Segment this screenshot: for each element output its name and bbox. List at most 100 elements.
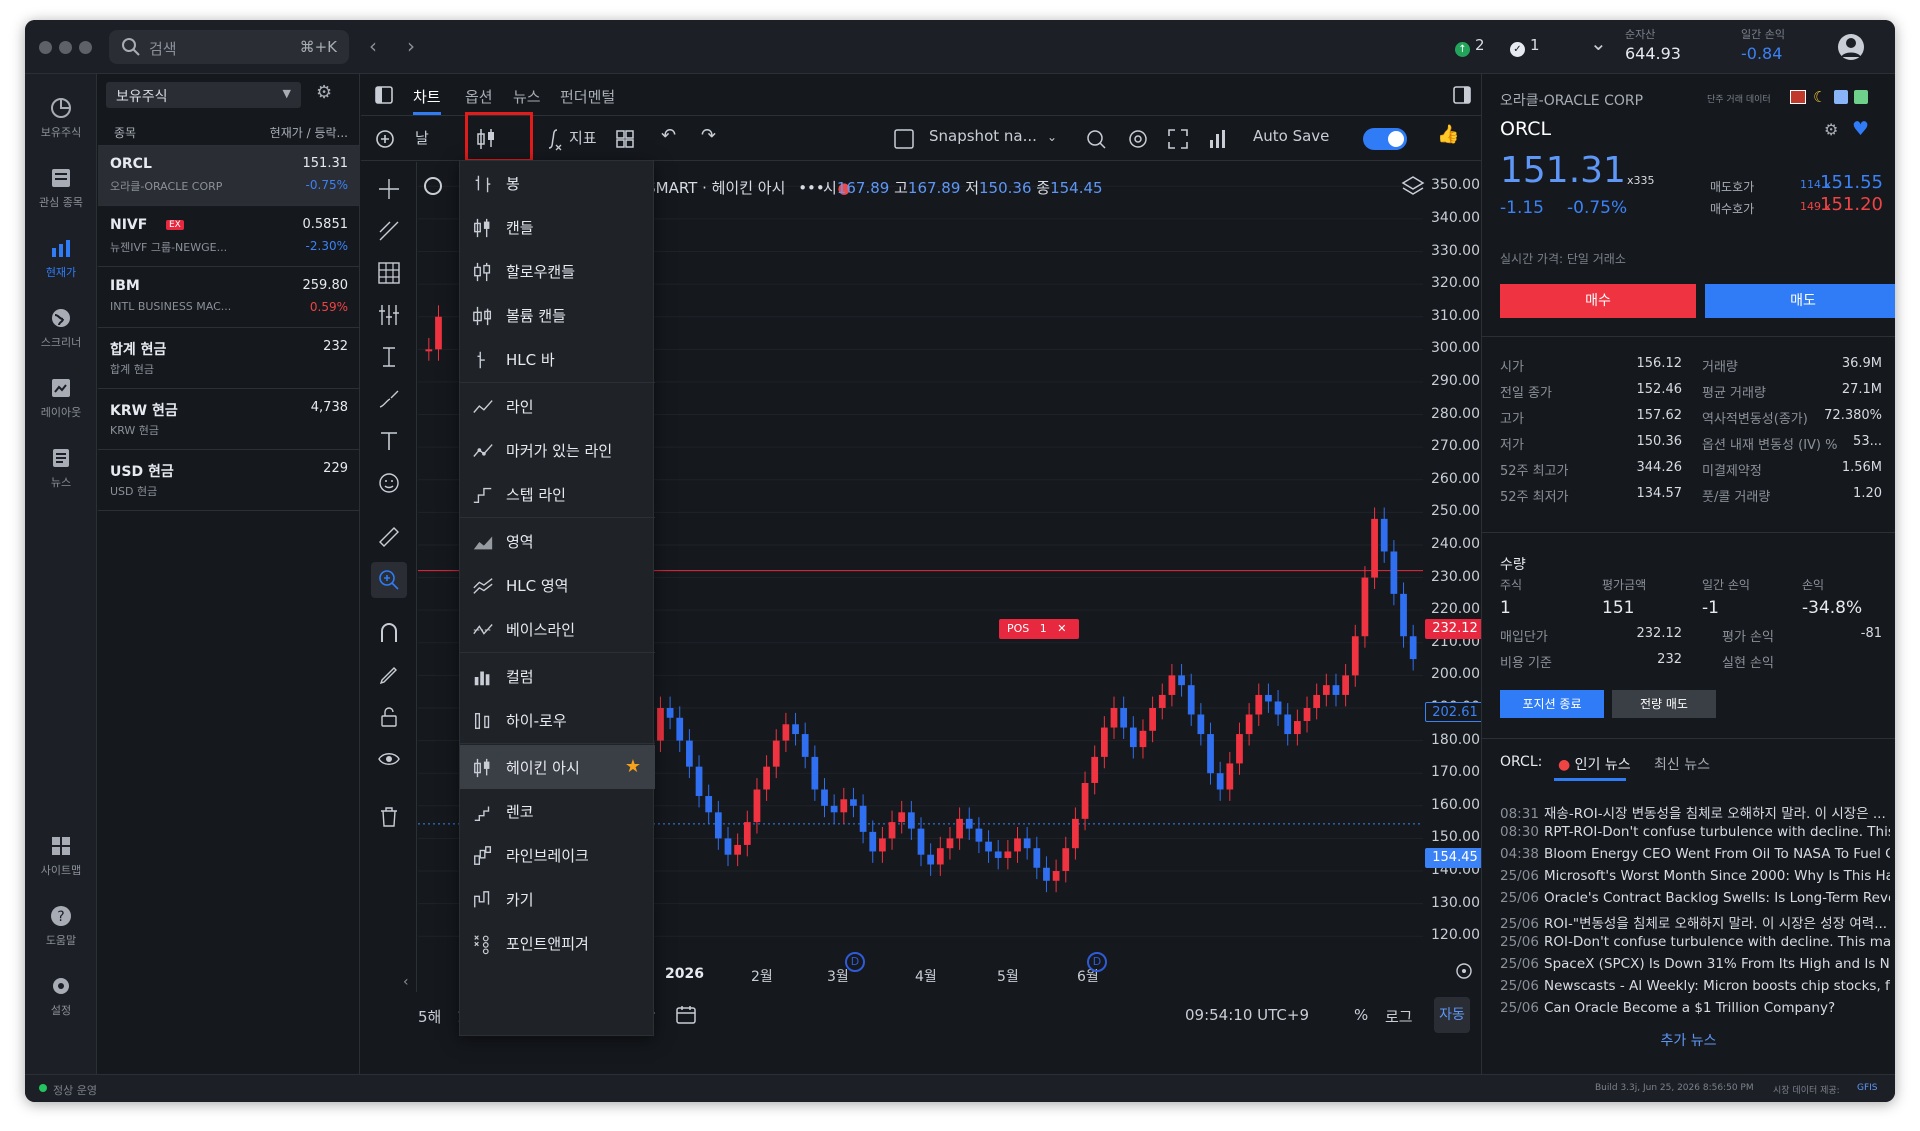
forward-button[interactable]: › — [407, 34, 415, 58]
chart-type-option[interactable]: 봉 — [460, 161, 655, 205]
chart-type-option[interactable]: 마커가 있는 라인 — [460, 428, 655, 472]
pitchfork-icon[interactable] — [377, 303, 401, 327]
news-item[interactable]: 25/06 Microsoft's Worst Month Since 2000:… — [1500, 868, 1890, 884]
chart-type-option[interactable]: 헤이킨 아시 ★ — [460, 745, 655, 789]
measure-icon[interactable] — [377, 345, 401, 369]
search-box[interactable]: 검색 ⌘+K — [109, 30, 349, 64]
alert-add-icon[interactable]: ⚙ — [1824, 120, 1838, 139]
tab-fundamentals[interactable]: 펀더멘털 — [560, 86, 615, 107]
magnet-icon[interactable] — [377, 621, 401, 645]
chart-type-option[interactable]: 스텝 라인 — [460, 472, 655, 516]
chevron-down-icon[interactable]: ⌄ — [1590, 31, 1607, 55]
watchlist-row[interactable]: USD 현금 USD 현금 229 — [98, 451, 360, 511]
chart-type-option[interactable]: 할로우캔들 — [460, 249, 655, 293]
news-item[interactable]: 25/06 ROI-"변동성을 침체로 오해하지 말라. 이 시장은 성장 여력.… — [1500, 912, 1890, 932]
watchlist-row[interactable]: 합계 현금 합계 현금 232 — [98, 329, 360, 389]
nav-portfolio[interactable]: 보유주식 — [25, 96, 97, 140]
news-item[interactable]: 25/06 SpaceX (SPCX) Is Down 31% From Its … — [1500, 956, 1890, 972]
trendline-icon[interactable] — [377, 219, 401, 243]
news-item[interactable]: 25/06 Newscasts - AI Weekly: Micron boost… — [1500, 978, 1890, 994]
dividend-marker[interactable]: D — [1087, 952, 1107, 972]
nav-help[interactable]: ? 도움말 — [25, 904, 97, 948]
interval-button[interactable]: 날 — [415, 127, 429, 148]
trash-icon[interactable] — [377, 805, 401, 829]
indicator-fx-icon[interactable] — [547, 127, 563, 151]
news-item[interactable]: 08:30 RPT-ROI-Don't confuse turbulence wi… — [1500, 824, 1890, 840]
chart-type-option[interactable]: 영역 — [460, 519, 655, 563]
chart-type-option[interactable]: 캔들 — [460, 205, 655, 249]
tab-popular-news[interactable]: ● 인기 뉴스 — [1558, 754, 1631, 774]
brush-icon[interactable] — [377, 387, 401, 411]
window-close-button[interactable] — [39, 41, 52, 54]
emoji-icon[interactable] — [377, 471, 401, 495]
layers-icon[interactable] — [1400, 174, 1426, 198]
period-5y[interactable]: 5해 — [418, 1006, 441, 1027]
news-item[interactable]: 25/06 ROI-Don't confuse turbulence with d… — [1500, 934, 1890, 950]
chart-type-option[interactable]: HLC 바 — [460, 337, 655, 381]
chart-type-option[interactable]: 컬럼 — [460, 654, 655, 698]
check-notification-count[interactable]: ✓ 1 — [1510, 36, 1540, 57]
sell-all-button[interactable]: 전량 매도 — [1612, 690, 1716, 718]
snapshot-checkbox[interactable] — [893, 128, 915, 150]
close-position-icon[interactable]: ✕ — [1057, 622, 1066, 635]
eye-icon[interactable] — [377, 747, 401, 771]
auto-scale-button[interactable]: 자동 — [1434, 997, 1470, 1033]
add-symbol-icon[interactable] — [375, 129, 395, 149]
volume-bars-icon[interactable] — [1207, 128, 1229, 150]
data-provider-link[interactable]: GFIS — [1857, 1083, 1878, 1093]
chart-type-option[interactable]: 하이-로우 — [460, 698, 655, 742]
crosshair-icon[interactable] — [377, 177, 401, 201]
position-marker[interactable]: POS 1 ✕ — [999, 619, 1079, 639]
redo-icon[interactable]: ↷ — [701, 125, 716, 146]
watchlist-row[interactable]: KRW 현금 KRW 현금 4,738 — [98, 390, 360, 450]
layout-grid-icon[interactable] — [615, 129, 635, 149]
feedback-icon[interactable]: 👍 — [1437, 124, 1459, 145]
nav-screener[interactable]: 스크리너 — [25, 306, 97, 350]
auto-save-toggle[interactable] — [1363, 128, 1407, 150]
pencil-lock-icon[interactable] — [377, 663, 401, 687]
undo-icon[interactable]: ↶ — [661, 125, 676, 146]
tab-chart[interactable]: 차트 — [413, 86, 441, 107]
sell-button[interactable]: 매도 — [1705, 284, 1895, 318]
chart-type-option[interactable]: 베이스라인 — [460, 607, 655, 651]
indicators-button[interactable]: 지표 — [569, 127, 597, 148]
chart-type-option[interactable]: 포인트앤피겨 — [460, 921, 655, 965]
chart-type-option[interactable]: 렌코 — [460, 789, 655, 833]
watchlist-row[interactable]: ORCL 오라클-ORACLE CORP 151.31 -0.75% — [98, 146, 360, 206]
green-notification-count[interactable]: ↑ 2 — [1455, 36, 1485, 57]
buy-button[interactable]: 매수 — [1500, 284, 1696, 318]
news-item[interactable]: 04:38 Bloom Energy CEO Went From Oil To N… — [1500, 846, 1890, 862]
news-item[interactable]: 25/06 Oracle's Contract Backlog Swells: I… — [1500, 890, 1890, 906]
chart-type-option[interactable]: 라인브레이크 — [460, 833, 655, 877]
log-scale-button[interactable]: 로그 — [1385, 1006, 1413, 1027]
time-settings-icon[interactable] — [1455, 962, 1473, 980]
nav-layout[interactable]: 레이아웃 — [25, 376, 97, 420]
snapshot-name[interactable]: Snapshot na... — [929, 127, 1037, 145]
news-item[interactable]: 08:31 재송-ROI-시장 변동성을 침체로 오해하지 말라. 이 시장은 .… — [1500, 802, 1890, 822]
fullscreen-icon[interactable] — [1167, 128, 1189, 150]
chart-type-option[interactable]: 카기 — [460, 877, 655, 921]
alert-search-icon[interactable] — [1085, 127, 1107, 151]
right-panel-toggle-icon[interactable] — [1453, 86, 1471, 104]
chart-type-option[interactable]: 라인 — [460, 384, 655, 428]
watchlist-row[interactable]: IBM INTL BUSINESS MAC... 259.80 0.59% — [98, 268, 360, 328]
text-tool-icon[interactable] — [377, 429, 401, 453]
chart-symbol-chip[interactable] — [424, 177, 442, 196]
date-range-icon[interactable] — [675, 1004, 697, 1026]
ruler-icon[interactable] — [377, 525, 401, 549]
grid-tool-icon[interactable] — [377, 261, 401, 285]
tab-news[interactable]: 뉴스 — [513, 86, 541, 107]
snapshot-chevron-icon[interactable]: ⌄ — [1047, 130, 1057, 144]
chart-settings-icon[interactable] — [1126, 127, 1150, 151]
chart-type-option[interactable]: HLC 영역 — [460, 563, 655, 607]
lock-icon[interactable] — [377, 705, 401, 729]
chart-type-option[interactable]: 볼륨 캔들 — [460, 293, 655, 337]
nav-sitemap[interactable]: 사이트맵 — [25, 834, 97, 878]
watchlist-selector[interactable]: 보유주식 ▼ — [106, 82, 301, 108]
collapse-toolbar-icon[interactable]: ‹ — [403, 974, 409, 990]
nav-news[interactable]: 뉴스 — [25, 446, 97, 490]
dividend-marker[interactable]: D — [845, 952, 865, 972]
zoom-tool-active[interactable] — [371, 562, 407, 598]
favorite-heart-icon[interactable]: ♥ — [1852, 118, 1869, 140]
favorite-star-icon[interactable]: ★ — [625, 756, 641, 777]
